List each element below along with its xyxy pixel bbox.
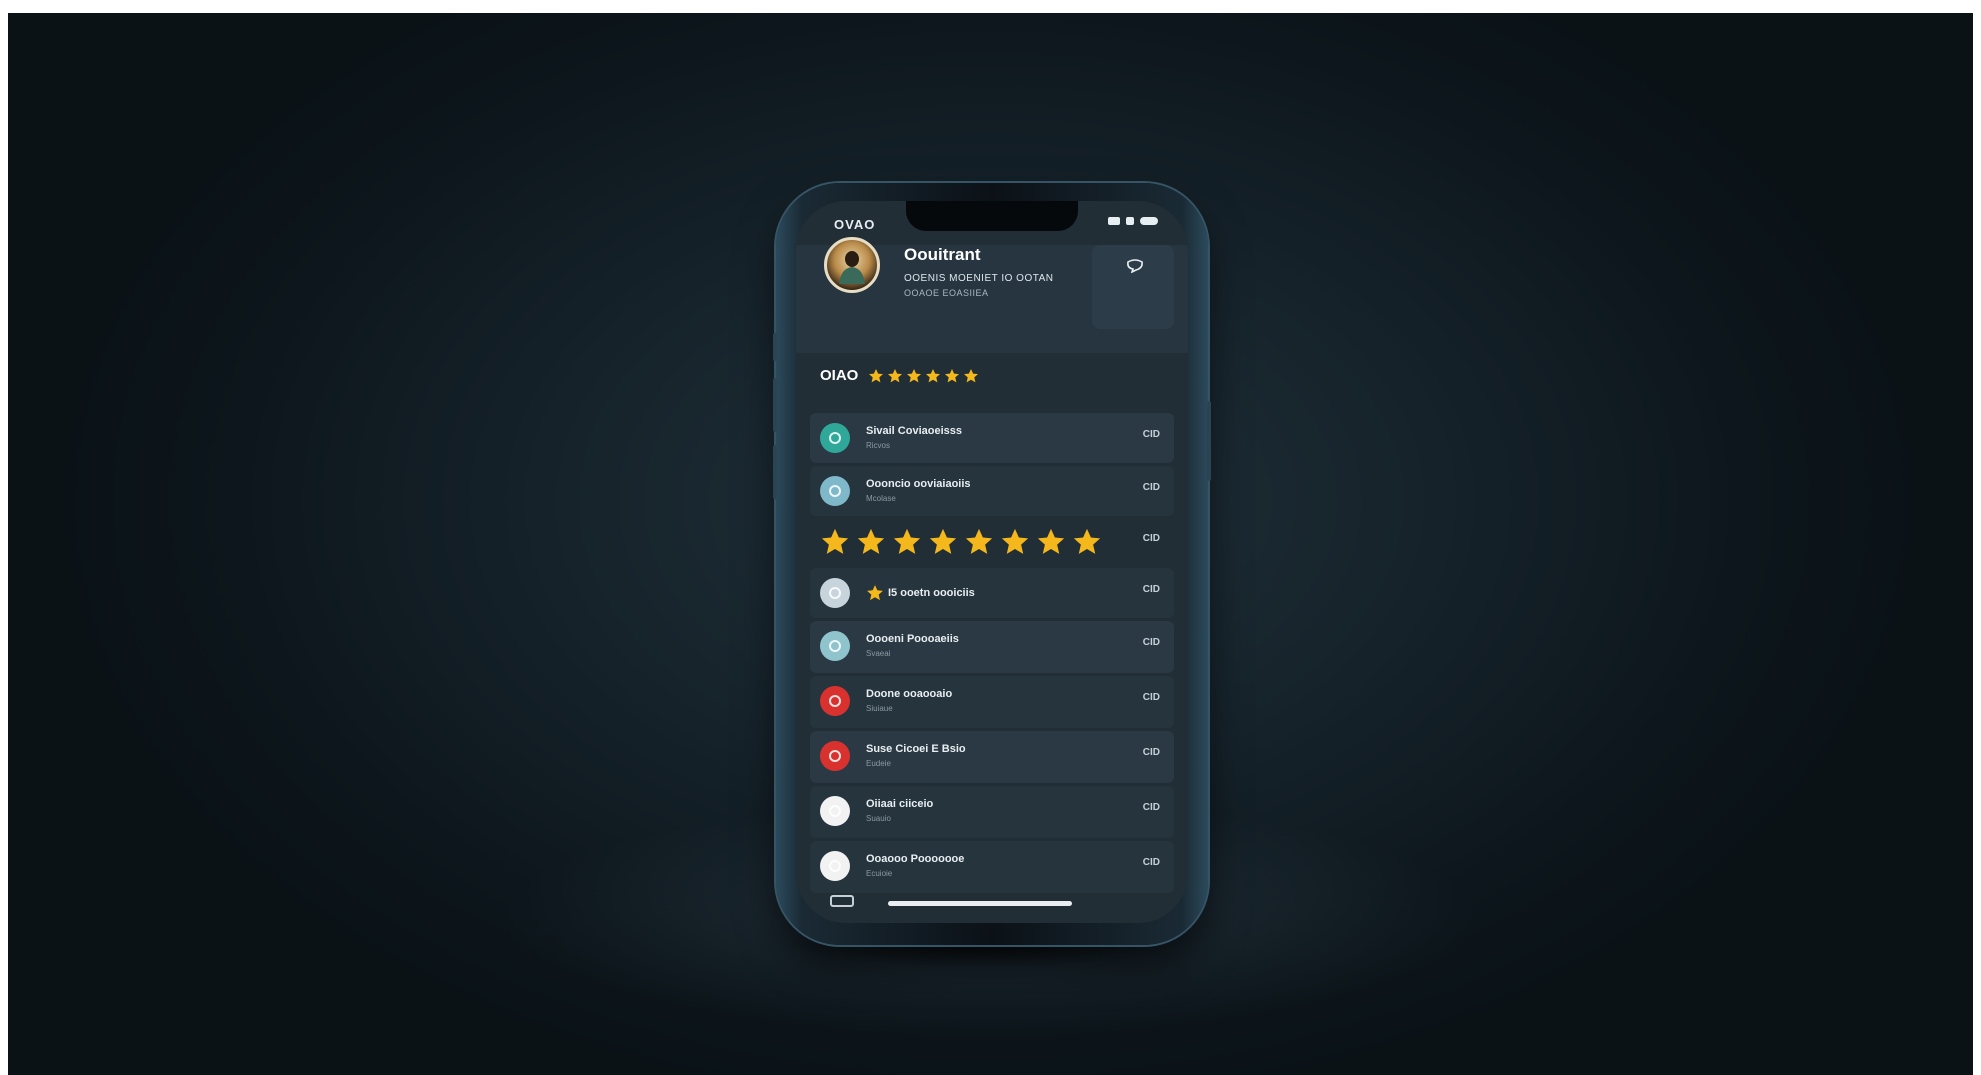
- featured-rating-stars[interactable]: [820, 527, 1102, 557]
- item-title: Oiiaai ciiceio: [866, 798, 934, 810]
- heart-icon: [820, 796, 850, 826]
- record-icon: [820, 741, 850, 771]
- keyboard-icon[interactable]: [830, 895, 854, 907]
- featured-rating-row: CID: [810, 519, 1174, 565]
- star-icon[interactable]: [925, 368, 941, 384]
- item-title: Ooaooo Pooooooe: [866, 853, 965, 865]
- signal-icon: [1108, 217, 1120, 225]
- eye-icon: [820, 423, 850, 453]
- item-subtitle: Ricvos: [866, 441, 891, 450]
- list-item[interactable]: Oooeni Poooaeiis Svaeai CID: [810, 621, 1174, 673]
- home-indicator[interactable]: [888, 901, 1072, 906]
- item-subtitle: Mcolase: [866, 494, 896, 503]
- items-list: Sivail Coviaoeisss Ricvos CID Oooncio oo…: [810, 413, 1174, 896]
- item-action-button[interactable]: CID: [1143, 482, 1160, 493]
- item-title: Oooncio ooviaiaoiis: [866, 478, 971, 490]
- volume-up-button: [773, 378, 777, 432]
- item-title: Doone ooaooaio: [866, 688, 953, 700]
- wifi-icon: [1126, 217, 1134, 225]
- star-icon[interactable]: [928, 527, 958, 557]
- target-icon: [820, 631, 850, 661]
- star-icon[interactable]: [892, 527, 922, 557]
- overall-rating: OIAO: [820, 367, 979, 384]
- volume-down-button: [773, 445, 777, 499]
- item-subtitle: Ecuioie: [866, 869, 893, 878]
- star-icon[interactable]: [856, 527, 886, 557]
- item-action-button[interactable]: CID: [1143, 747, 1160, 758]
- item-action-button[interactable]: CID: [1143, 692, 1160, 703]
- item-title: Suse Cicoei E Bsio: [866, 743, 966, 755]
- list-item[interactable]: Sivail Coviaoeisss Ricvos CID: [810, 413, 1174, 463]
- item-action-button[interactable]: CID: [1143, 637, 1160, 648]
- star-icon[interactable]: [964, 527, 994, 557]
- avatar[interactable]: [824, 237, 880, 293]
- item-title: Sivail Coviaoeisss: [866, 425, 962, 437]
- star-icon[interactable]: [963, 368, 979, 384]
- profile-subdescription: OOAOE EOASIIEA: [904, 288, 989, 298]
- list-item[interactable]: I5 ooetn oooiciis CID: [810, 568, 1174, 618]
- list-item[interactable]: Suse Cicoei E Bsio Eudeie CID: [810, 731, 1174, 783]
- list-item[interactable]: Oooncio ooviaiaoiis Mcolase CID: [810, 466, 1174, 516]
- battery-icon: [1140, 217, 1158, 225]
- item-title-text: I5 ooetn oooiciis: [888, 586, 975, 599]
- star-icon[interactable]: [1072, 527, 1102, 557]
- background-scene: OVAO Oouitrant OOENIS MOENIET IO OOTAN O…: [8, 13, 1973, 1075]
- message-icon[interactable]: [1126, 259, 1144, 273]
- phone-screen: OVAO Oouitrant OOENIS MOENIET IO OOTAN O…: [796, 201, 1188, 923]
- star-icon[interactable]: [1036, 527, 1066, 557]
- featured-action-button[interactable]: CID: [1143, 533, 1160, 544]
- status-icons: [1108, 217, 1158, 225]
- list-item[interactable]: Ooaooo Pooooooe Ecuioie CID: [810, 841, 1174, 893]
- item-action-button[interactable]: CID: [1143, 429, 1160, 440]
- star-icon[interactable]: [820, 527, 850, 557]
- globe-icon: [820, 578, 850, 608]
- list-item[interactable]: Doone ooaooaio Siuiaue CID: [810, 676, 1174, 728]
- header-panel: [1092, 245, 1174, 329]
- rating-stars[interactable]: [868, 368, 979, 384]
- star-icon[interactable]: [1000, 527, 1030, 557]
- star-icon[interactable]: [887, 368, 903, 384]
- profile-name: Oouitrant: [904, 245, 981, 264]
- smartphone: OVAO Oouitrant OOENIS MOENIET IO OOTAN O…: [773, 183, 1211, 945]
- clock-icon: [820, 476, 850, 506]
- item-subtitle: Eudeie: [866, 759, 891, 768]
- rating-label: OIAO: [820, 367, 859, 384]
- item-subtitle: Svaeai: [866, 649, 891, 658]
- item-subtitle: Siuiaue: [866, 704, 893, 713]
- item-action-button[interactable]: CID: [1143, 584, 1160, 595]
- star-icon: [867, 585, 883, 601]
- status-time: OVAO: [834, 217, 876, 232]
- item-title: Oooeni Poooaeiis: [866, 633, 959, 645]
- mute-switch: [773, 333, 777, 361]
- star-icon[interactable]: [906, 368, 922, 384]
- star-icon[interactable]: [944, 368, 960, 384]
- item-subtitle: Suauio: [866, 814, 891, 823]
- eye-icon: [820, 851, 850, 881]
- alert-icon: [820, 686, 850, 716]
- notch: [906, 201, 1078, 231]
- item-action-button[interactable]: CID: [1143, 857, 1160, 868]
- star-icon[interactable]: [868, 368, 884, 384]
- item-title: I5 ooetn oooiciis: [866, 584, 975, 602]
- power-button: [1207, 401, 1211, 481]
- item-action-button[interactable]: CID: [1143, 802, 1160, 813]
- portrait-icon: [839, 251, 865, 284]
- profile-header: Oouitrant OOENIS MOENIET IO OOTAN OOAOE …: [796, 237, 1188, 353]
- list-item[interactable]: Oiiaai ciiceio Suauio CID: [810, 786, 1174, 838]
- profile-description: OOENIS MOENIET IO OOTAN: [904, 273, 1054, 284]
